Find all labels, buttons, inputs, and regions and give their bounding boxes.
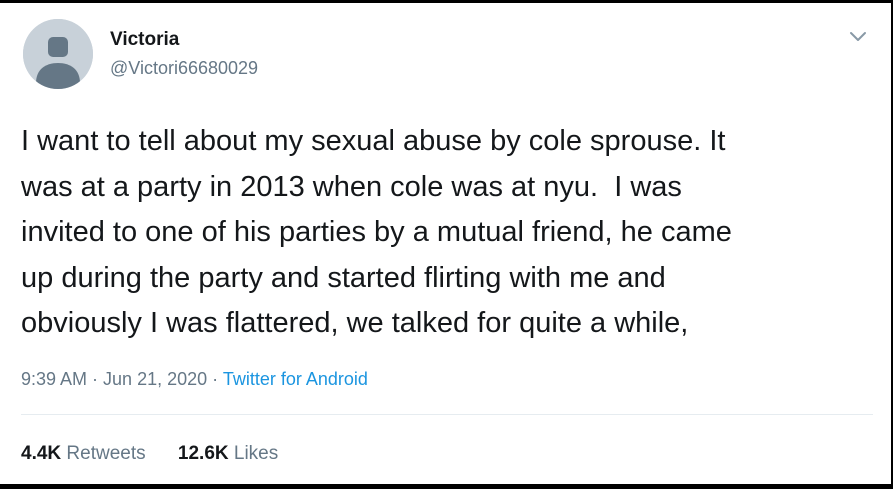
tweet-date[interactable]: Jun 21, 2020 — [103, 369, 207, 389]
likes-label: Likes — [233, 443, 279, 464]
tweet-card: Victoria @Victori66680029 I want to tell… — [0, 3, 891, 484]
divider — [21, 414, 873, 415]
screenshot-frame: Victoria @Victori66680029 I want to tell… — [0, 0, 893, 489]
likes-stat[interactable]: 12.6K Likes — [178, 443, 278, 465]
tweet-text-line: obviously I was flattered, we talked for… — [21, 307, 689, 339]
tweet-text: I want to tell about my sexual abuse by … — [21, 119, 881, 347]
retweets-label: Retweets — [66, 443, 146, 464]
display-name[interactable]: Victoria — [110, 29, 179, 51]
tweet-stats: 4.4K Retweets 12.6K Likes — [21, 443, 305, 465]
likes-count: 12.6K — [177, 443, 229, 464]
tweet-text-line: I want to tell about my sexual abuse by … — [21, 125, 726, 157]
tweet-text-line: invited to one of his parties by a mutua… — [21, 216, 732, 248]
user-handle[interactable]: @Victori66680029 — [110, 58, 258, 79]
meta-separator: · — [207, 369, 223, 389]
tweet-metadata: 9:39 AM · Jun 21, 2020 · Twitter for And… — [21, 369, 368, 390]
retweets-count: 4.4K — [21, 443, 62, 464]
retweets-stat[interactable]: 4.4K Retweets — [21, 443, 146, 465]
default-profile-icon — [23, 19, 93, 89]
avatar[interactable] — [23, 19, 93, 89]
tweet-time[interactable]: 9:39 AM — [21, 369, 87, 389]
chevron-down-icon — [850, 32, 866, 41]
meta-separator: · — [87, 369, 104, 389]
tweet-text-line: up during the party and started flirting… — [21, 261, 666, 294]
tweet-source-link[interactable]: Twitter for Android — [223, 369, 368, 389]
tweet-text-line: was at a party in 2013 when cole was at … — [21, 170, 682, 203]
tweet-menu-button[interactable] — [846, 25, 870, 49]
